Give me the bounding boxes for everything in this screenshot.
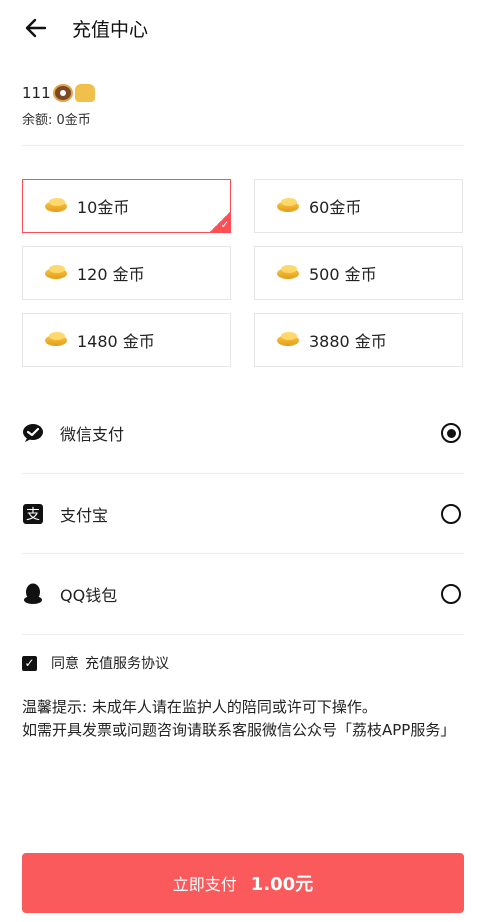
agreement-checkbox[interactable]: ✓ [22, 655, 37, 671]
raised-hands-emoji-icon [74, 84, 95, 102]
wechat-pay-icon [22, 422, 44, 444]
payment-option-wechat[interactable]: 微信支付 [22, 393, 464, 473]
coin-package-label: 10金币 [77, 198, 130, 217]
payment-option-qq-wallet[interactable]: QQ钱包 [22, 554, 464, 634]
agreement-prefix: 同意 [51, 656, 79, 672]
tips-text: 温馨提示: 未成年人请在监护人的陪同或许可下操作。 如需开具发票或问题咨询请联系… [22, 696, 467, 742]
selected-corner-check-icon: ✓ [209, 211, 231, 233]
coin-package-label: 1480 金币 [77, 332, 155, 351]
user-info: 111 余额: 0金币 [22, 84, 95, 128]
radio-selected[interactable] [441, 423, 461, 443]
coin-package-120[interactable]: 120 金币 [22, 246, 231, 300]
pay-amount: 1.00元 [250, 874, 314, 895]
coin-package-60[interactable]: 60金币 [254, 179, 463, 233]
back-arrow-icon[interactable] [24, 16, 48, 40]
radio-unselected[interactable] [441, 584, 461, 604]
coin-package-10[interactable]: 10金币 ✓ [22, 179, 231, 233]
alipay-icon: 支 [22, 503, 44, 525]
payment-label: 支付宝 [60, 506, 109, 525]
gold-coin-icon [277, 198, 299, 214]
gold-coin-icon [277, 332, 299, 348]
coin-package-label: 120 金币 [77, 265, 145, 284]
donut-emoji-icon [52, 84, 73, 102]
payment-label: QQ钱包 [60, 586, 118, 605]
recharge-agreement-link[interactable]: 充值服务协议 [85, 653, 169, 673]
coin-package-3880[interactable]: 3880 金币 [254, 313, 463, 367]
radio-dot [446, 428, 456, 438]
agreement-row: ✓ 同意 充值服务协议 [22, 653, 169, 673]
qq-penguin-icon [22, 583, 44, 605]
payment-option-alipay[interactable]: 支 支付宝 [22, 474, 464, 554]
user-name-row: 111 [22, 84, 95, 102]
divider [22, 145, 464, 146]
gold-coin-icon [45, 198, 67, 214]
divider [22, 634, 464, 635]
coin-package-label: 3880 金币 [309, 332, 387, 351]
coin-package-label: 500 金币 [309, 265, 377, 284]
pay-now-button[interactable]: 立即支付 1.00元 [22, 853, 464, 913]
coin-package-1480[interactable]: 1480 金币 [22, 313, 231, 367]
tips-line-support: 如需开具发票或问题咨询请联系客服微信公众号「荔枝APP服务」 [22, 721, 456, 739]
payment-label: 微信支付 [60, 425, 125, 444]
page-title: 充值中心 [72, 18, 149, 41]
user-name: 111 [22, 84, 51, 102]
balance-text: 余额: 0金币 [22, 113, 91, 128]
coin-package-label: 60金币 [309, 198, 362, 217]
gold-coin-icon [45, 332, 67, 348]
gold-coin-icon [45, 265, 67, 281]
app-header: 充值中心 [0, 0, 486, 56]
gold-coin-icon [277, 265, 299, 281]
svg-text:支: 支 [26, 507, 40, 523]
tips-line-minor: 温馨提示: 未成年人请在监护人的陪同或许可下操作。 [22, 698, 377, 716]
coin-package-grid: 10金币 ✓ 60金币 120 金币 500 金币 1480 金币 3880 金… [22, 179, 464, 367]
radio-unselected[interactable] [441, 504, 461, 524]
pay-now-label: 立即支付 [172, 875, 237, 894]
coin-package-500[interactable]: 500 金币 [254, 246, 463, 300]
